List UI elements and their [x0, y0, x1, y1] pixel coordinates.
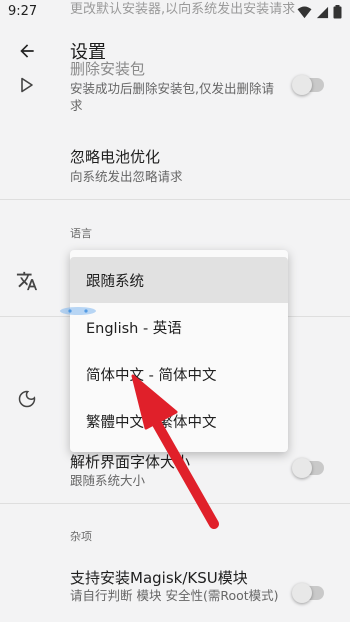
language-option[interactable]: 繁體中文 - 繁体中文 — [70, 398, 288, 444]
setting-magisk-module[interactable]: 支持安装Magisk/KSU模块 请自行判断 模块 安全性(需Root模式) — [0, 562, 350, 622]
language-option[interactable]: 跟随系统 — [70, 257, 288, 303]
status-icons — [297, 5, 342, 19]
option-label: English - 英语 — [86, 321, 182, 337]
play-outline-icon — [14, 72, 40, 98]
setting-title: 忽略电池优化 — [70, 148, 161, 166]
signal-icon — [316, 6, 329, 18]
delete-package-toggle[interactable] — [292, 75, 324, 95]
option-label: 跟随系统 — [86, 274, 144, 290]
status-time: 9:27 — [8, 4, 38, 19]
language-option[interactable]: English - 英语 — [70, 304, 288, 350]
section-header-language: 语言 — [70, 227, 92, 240]
divider — [0, 199, 350, 200]
setting-subtitle: 安装成功后删除安装包,仅发出删除请求 — [70, 81, 274, 113]
setting-subtitle: 请自行判断 模块 安全性(需Root模式) — [70, 588, 279, 603]
setting-title: 支持安装Magisk/KSU模块 — [70, 569, 248, 587]
font-size-toggle[interactable] — [292, 458, 324, 478]
wifi-icon — [297, 5, 312, 18]
battery-icon — [333, 5, 342, 19]
setting-subtitle: 向系统发出忽略请求 — [70, 169, 183, 184]
language-dropdown-menu: 跟随系统 English - 英语 简体中文 - 简体中文 繁體中文 - 繁体中… — [70, 250, 288, 452]
moon-icon — [14, 386, 40, 412]
language-option[interactable]: 简体中文 - 简体中文 — [70, 351, 288, 397]
option-label: 简体中文 - 简体中文 — [86, 368, 217, 384]
section-header-misc: 杂项 — [70, 530, 92, 543]
setting-battery-optimization[interactable]: 忽略电池优化 向系统发出忽略请求 — [0, 136, 350, 198]
scrolled-subtitle: 更改默认安装器,以向系统发出安装请求 — [70, 2, 296, 17]
setting-title: 解析界面字体大小 — [70, 453, 191, 471]
setting-delete-package[interactable]: 删除安装包 安装成功后删除安装包,仅发出删除请求 — [0, 56, 350, 116]
setting-font-size[interactable]: 解析界面字体大小 跟随系统大小 — [0, 446, 350, 494]
divider — [0, 503, 350, 504]
setting-title: 删除安装包 — [70, 60, 146, 78]
option-label: 繁體中文 - 繁体中文 — [86, 415, 217, 431]
magisk-module-toggle[interactable] — [292, 583, 324, 603]
watermark-logo — [60, 307, 96, 315]
translate-icon — [14, 268, 40, 294]
setting-subtitle: 跟随系统大小 — [70, 473, 146, 488]
